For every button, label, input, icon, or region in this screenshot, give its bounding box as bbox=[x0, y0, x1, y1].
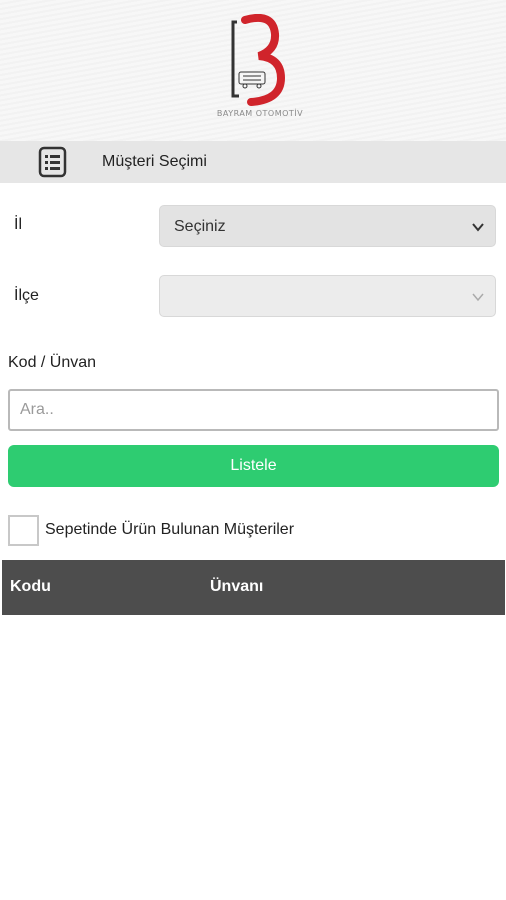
header-banner: BAYRAM OTOMOTİV bbox=[0, 0, 506, 141]
title-bar: Müşteri Seçimi bbox=[0, 141, 506, 183]
cart-filter-checkbox[interactable] bbox=[8, 515, 39, 546]
chevron-down-icon bbox=[471, 290, 485, 304]
column-header-code: Kodu bbox=[10, 578, 51, 595]
cart-filter-row[interactable]: Sepetinde Ürün Bulunan Müşteriler bbox=[8, 515, 499, 547]
page-title: Müşteri Seçimi bbox=[102, 153, 207, 170]
logo-caption: BAYRAM OTOMOTİV bbox=[216, 109, 304, 118]
il-select[interactable]: Seçiniz bbox=[159, 205, 496, 247]
ilce-select[interactable] bbox=[159, 275, 496, 317]
search-label: Kod / Ünvan bbox=[8, 354, 97, 371]
ilce-label: İlçe bbox=[14, 287, 39, 304]
chevron-down-icon bbox=[471, 220, 485, 234]
list-document-icon bbox=[38, 146, 67, 178]
search-input[interactable] bbox=[8, 389, 499, 431]
column-header-title: Ünvanı bbox=[210, 578, 264, 595]
il-label: İl bbox=[14, 216, 22, 233]
table-header: Kodu Ünvanı bbox=[2, 560, 505, 615]
list-button[interactable]: Listele bbox=[8, 445, 499, 487]
il-select-value: Seçiniz bbox=[174, 218, 226, 235]
cart-filter-label: Sepetinde Ürün Bulunan Müşteriler bbox=[45, 521, 295, 538]
bayram-otomotiv-logo: BAYRAM OTOMOTİV bbox=[215, 13, 305, 124]
